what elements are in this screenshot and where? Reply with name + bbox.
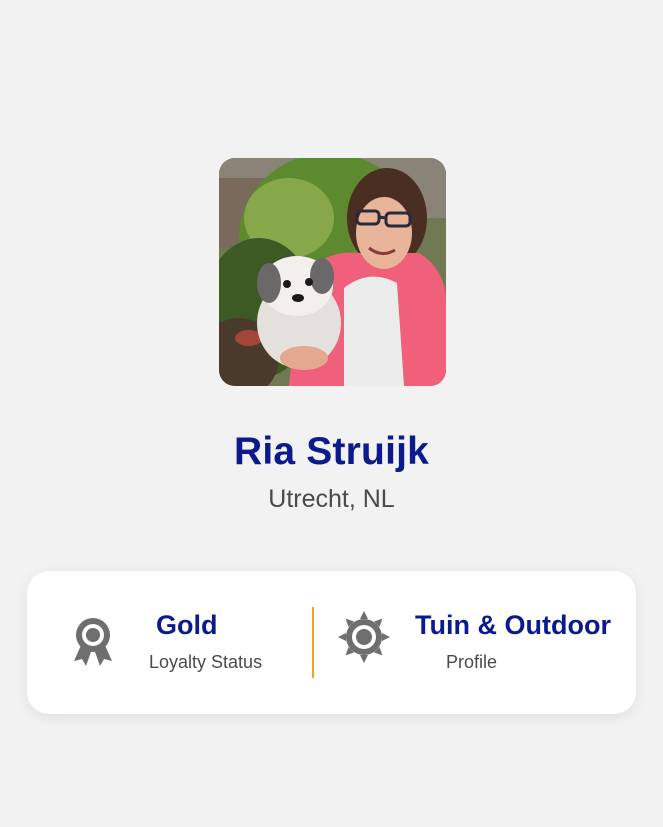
loyalty-status-value: Gold <box>156 610 218 640</box>
award-ribbon-icon <box>70 615 116 667</box>
sun-icon <box>337 610 391 664</box>
loyalty-status-label: Loyalty Status <box>149 652 263 672</box>
stats-card: Gold Loyalty Status Tuin & Outdoor Profi… <box>27 571 636 714</box>
profile-category-value: Tuin & Outdoor <box>415 610 611 640</box>
profile-photo <box>219 158 446 386</box>
profile-name: Ria Struijk <box>233 430 430 473</box>
stats-divider <box>312 607 314 678</box>
profile-category-label: Profile <box>446 652 498 672</box>
profile-location: Utrecht, NL <box>268 485 395 513</box>
